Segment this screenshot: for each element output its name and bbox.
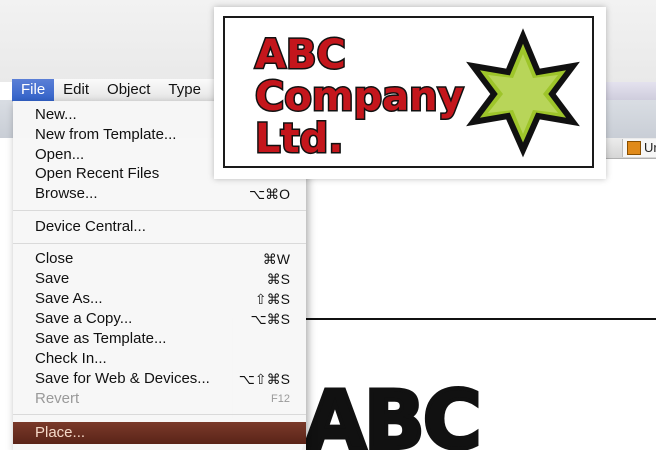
menu-separator <box>13 210 306 211</box>
company-logo: ABC Company Ltd. <box>254 28 580 164</box>
shortcut-save-as: ⇧⌘S <box>254 291 290 307</box>
document-tab[interactable]: Ur <box>622 139 656 157</box>
menu-item-device-central[interactable]: Device Central... <box>13 217 306 237</box>
shortcut-save: ⌘S <box>266 271 290 287</box>
menu-object[interactable]: Object <box>98 79 159 101</box>
canvas-logo-text: ABC <box>302 372 484 450</box>
menu-item-save-web[interactable]: Save for Web & Devices... ⌥⇧⌘S <box>13 369 306 389</box>
menu-separator <box>13 414 306 415</box>
logo-line-company: Company <box>255 74 464 120</box>
shortcut-save-copy: ⌥⌘S <box>250 311 290 327</box>
shortcut-revert: F12 <box>271 393 290 405</box>
menu-item-save[interactable]: Save ⌘S <box>13 269 306 289</box>
menu-item-save-template[interactable]: Save as Template... <box>13 329 306 349</box>
menu-file[interactable]: File <box>12 79 55 101</box>
shortcut-browse: ⌥⌘O <box>248 186 290 202</box>
document-tab-label: Ur <box>644 140 656 155</box>
logo-line-ltd: Ltd. <box>255 116 343 162</box>
menu-item-save-as[interactable]: Save As... ⇧⌘S <box>13 289 306 309</box>
logo-preview-card: ABC Company Ltd. <box>214 7 606 179</box>
menu-item-place[interactable]: Place... <box>13 422 306 444</box>
menu-bar: File Edit Object Type <box>12 79 232 102</box>
canvas-abc-text: ABC <box>304 374 480 450</box>
shortcut-save-web: ⌥⇧⌘S <box>238 371 290 387</box>
artboard-top-border <box>306 318 656 320</box>
menu-item-browse[interactable]: Browse... ⌥⌘O <box>13 184 306 204</box>
logo-frame: ABC Company Ltd. <box>223 16 594 168</box>
menu-item-close[interactable]: Close ⌘W <box>13 249 306 269</box>
menu-separator <box>13 243 306 244</box>
document-icon <box>627 141 641 155</box>
menu-item-check-in[interactable]: Check In... <box>13 349 306 369</box>
menu-type[interactable]: Type <box>159 79 210 101</box>
logo-line-abc: ABC <box>255 32 346 78</box>
menu-item-save-copy[interactable]: Save a Copy... ⌥⌘S <box>13 309 306 329</box>
shortcut-close: ⌘W <box>262 251 290 267</box>
menu-edit[interactable]: Edit <box>54 79 98 101</box>
menu-item-revert: Revert F12 <box>35 390 290 407</box>
